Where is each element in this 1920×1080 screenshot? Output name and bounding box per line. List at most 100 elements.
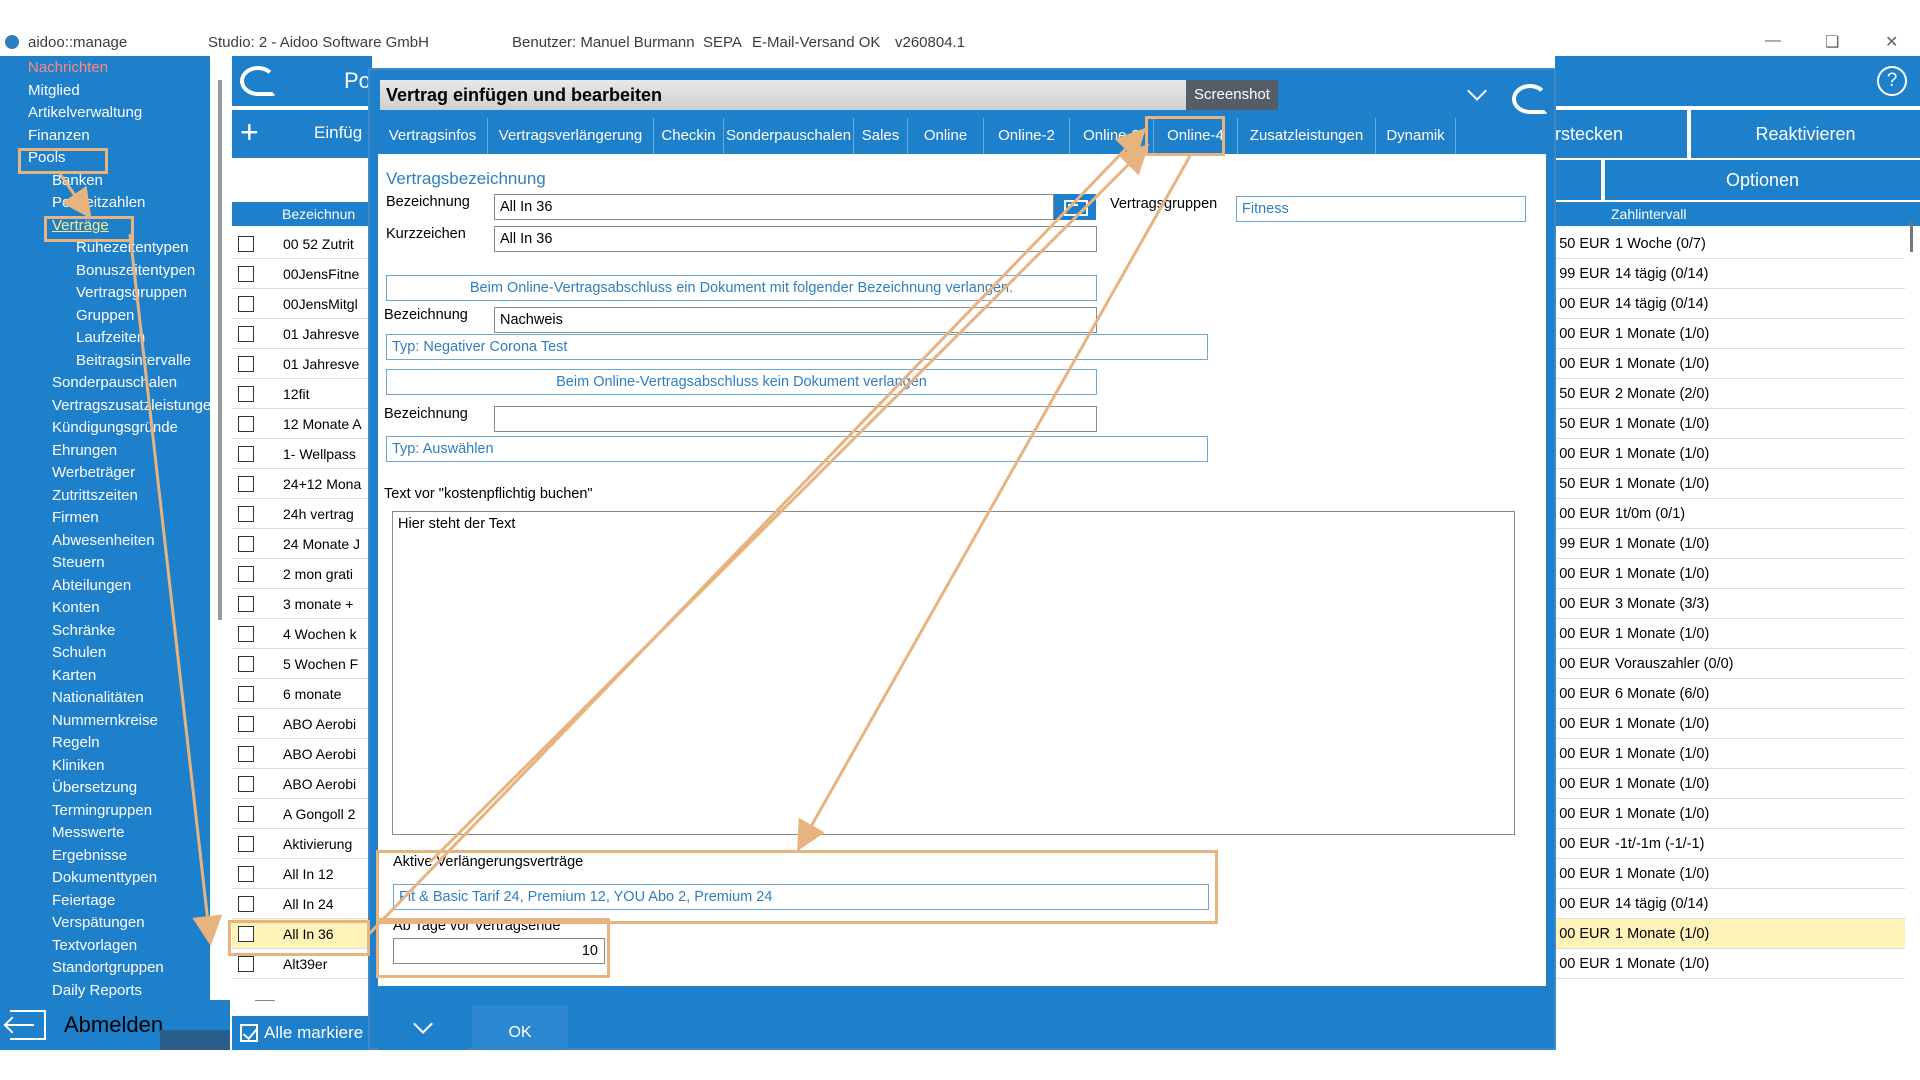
keyboard-picker-icon[interactable] [1054,194,1096,220]
close-icon[interactable]: ✕ [1885,32,1898,52]
sidebar-item-termingruppen[interactable]: Termingruppen [52,800,152,822]
table-row[interactable]: ABO Aerobi [232,769,372,799]
tab-vertragsinfos[interactable]: Vertragsinfos [378,118,488,154]
table-row-right[interactable]: 00 EUR 1t/0m (0/1) [1555,499,1905,529]
sidebar-item-zutrittszeiten[interactable]: Zutrittszeiten [52,485,138,507]
table-row[interactable]: 01 Jahresve [232,319,372,349]
row-checkbox[interactable] [238,836,254,852]
table-row[interactable]: 00 52 Zutrit [232,229,372,259]
restore-icon[interactable]: ❏ [1825,32,1839,52]
sidebar-item-schulen[interactable]: Schulen [52,642,106,664]
table-row-right[interactable]: 00 EUR Vorauszahler (0/0) [1555,649,1905,679]
sidebar-item-dokumenttypen[interactable]: Dokumenttypen [52,867,157,889]
sidebar-item-beitragsintervalle[interactable]: Beitragsintervalle [76,350,191,372]
table-row-right[interactable]: 00 EUR 1 Monate (1/0) [1555,559,1905,589]
tab-checkin[interactable]: Checkin [654,118,724,154]
bezeichnung-input[interactable]: All In 36 [494,194,1054,220]
ok-button[interactable]: OK [472,1005,568,1050]
table-row-right[interactable]: 50 EUR 1 Monate (1/0) [1555,469,1905,499]
sidebar-item-messwerte[interactable]: Messwerte [52,822,125,844]
table-row-right[interactable]: 00 EUR -1t/-1m (-1/-1) [1555,829,1905,859]
sidebar-item-laufzeiten[interactable]: Laufzeiten [76,327,145,349]
table-row-right[interactable]: 00 EUR 1 Monate (1/0) [1555,859,1905,889]
row-checkbox[interactable] [238,476,254,492]
row-checkbox[interactable] [238,266,254,282]
row-checkbox[interactable] [238,656,254,672]
row-checkbox[interactable] [238,776,254,792]
row-checkbox[interactable] [238,806,254,822]
table-row[interactable]: 3 monate + [232,589,372,619]
screenshot-button[interactable]: Screenshot [1186,80,1278,110]
sidebar-item-nummernkreise[interactable]: Nummernkreise [52,710,158,732]
sidebar-item-bonuszeitentypen[interactable]: Bonuszeitentypen [76,260,195,282]
table-row-right[interactable]: 50 EUR 2 Monate (2/0) [1555,379,1905,409]
table-row[interactable]: A Gongoll 2 [232,799,372,829]
text-before-booking-textarea[interactable]: Hier steht der Text [392,511,1515,835]
row-checkbox[interactable] [238,536,254,552]
sidebar-item-nationalitäten[interactable]: Nationalitäten [52,687,144,709]
tab-online[interactable]: Online [908,118,984,154]
row-checkbox[interactable] [238,416,254,432]
row-checkbox[interactable] [238,236,254,252]
table-row-right[interactable]: 00 EUR 1 Monate (1/0) [1555,799,1905,829]
sidebar-item-karten[interactable]: Karten [52,665,96,687]
row-checkbox[interactable] [238,626,254,642]
table-row-right[interactable]: 50 EUR 1 Woche (0/7) [1555,229,1905,259]
sidebar-item-werbeträger[interactable]: Werbeträger [52,462,135,484]
row-checkbox[interactable] [238,866,254,882]
row-checkbox[interactable] [238,506,254,522]
sidebar-item-konten[interactable]: Konten [52,597,100,619]
table-row[interactable]: 5 Wochen F [232,649,372,679]
tab-dynamik[interactable]: Dynamik [1376,118,1456,154]
tab-sales[interactable]: Sales [854,118,908,154]
mark-all-checkbox[interactable]: Alle markiere [232,1016,372,1050]
table-row[interactable]: 00JensMitgl [232,289,372,319]
sidebar-item-vertragsgruppen[interactable]: Vertragsgruppen [76,282,187,304]
table-row-right[interactable]: 00 EUR 3 Monate (3/3) [1555,589,1905,619]
sidebar-item-verspätungen[interactable]: Verspätungen [52,912,145,934]
sidebar-scrollbar[interactable] [218,80,222,620]
sidebar-item-postleitzahlen[interactable]: Postleitzahlen [52,192,145,214]
sidebar-item-ergebnisse[interactable]: Ergebnisse [52,845,127,867]
sidebar-item-firmen[interactable]: Firmen [52,507,99,529]
sidebar-item-übersetzung[interactable]: Übersetzung [52,777,137,799]
sidebar-item-daily-reports[interactable]: Daily Reports [52,980,142,1001]
interval-column-header[interactable]: Zahlintervall [1555,202,1920,226]
sidebar-item-artikelverwaltung[interactable]: Artikelverwaltung [28,102,142,124]
table-row-right[interactable]: 00 EUR 14 tägig (0/14) [1555,289,1905,319]
table-row-right[interactable]: 00 EUR 14 tägig (0/14) [1555,889,1905,919]
table-row-right[interactable]: 00 EUR 1 Monate (1/0) [1555,709,1905,739]
row-checkbox[interactable] [238,716,254,732]
row-checkbox[interactable] [238,746,254,762]
table-row-right[interactable]: 00 EUR 1 Monate (1/0) [1555,949,1905,979]
add-button[interactable]: + Einfüg [232,110,372,158]
table-row-right[interactable]: 00 EUR 1 Monate (1/0) [1555,619,1905,649]
table-row-right[interactable]: 00 EUR 1 Monate (1/0) [1555,919,1905,949]
table-row[interactable]: 12 Monate A [232,409,372,439]
tab-vertragsverlängerung[interactable]: Vertragsverlängerung [488,118,654,154]
list-header[interactable]: Bezeichnun [232,202,372,226]
require-document-button[interactable]: Beim Online-Vertragsabschluss ein Dokume… [386,275,1097,301]
tab-online-2[interactable]: Online-2 [984,118,1070,154]
einstecken-button[interactable]: rstecken [1555,110,1687,158]
sidebar-item-sonderpauschalen[interactable]: Sonderpauschalen [52,372,177,394]
reactivate-button[interactable]: Reaktivieren [1691,110,1920,158]
document-name-input[interactable]: Nachweis [494,307,1097,333]
table-row[interactable]: ABO Aerobi [232,709,372,739]
table-row[interactable]: ABO Aerobi [232,739,372,769]
table-row[interactable]: All In 12 [232,859,372,889]
table-row-right[interactable]: 00 EUR 1 Monate (1/0) [1555,769,1905,799]
table-row[interactable]: 2 mon grati [232,559,372,589]
table-row[interactable]: 00JensFitne [232,259,372,289]
tab-online-3[interactable]: Online-3 [1070,118,1154,154]
row-checkbox[interactable] [238,386,254,402]
table-row-right[interactable]: 00 EUR 1 Monate (1/0) [1555,319,1905,349]
table-row[interactable]: All In 24 [232,889,372,919]
sidebar-item-nachrichten[interactable]: Nachrichten [28,57,108,79]
sidebar-item-textvorlagen[interactable]: Textvorlagen [52,935,137,957]
sidebar-item-finanzen[interactable]: Finanzen [28,125,90,147]
table-row-right[interactable]: 00 EUR 1 Monate (1/0) [1555,739,1905,769]
sidebar-item-mitglied[interactable]: Mitglied [28,80,80,102]
table-row[interactable]: 24+12 Mona [232,469,372,499]
row-checkbox[interactable] [238,956,254,972]
